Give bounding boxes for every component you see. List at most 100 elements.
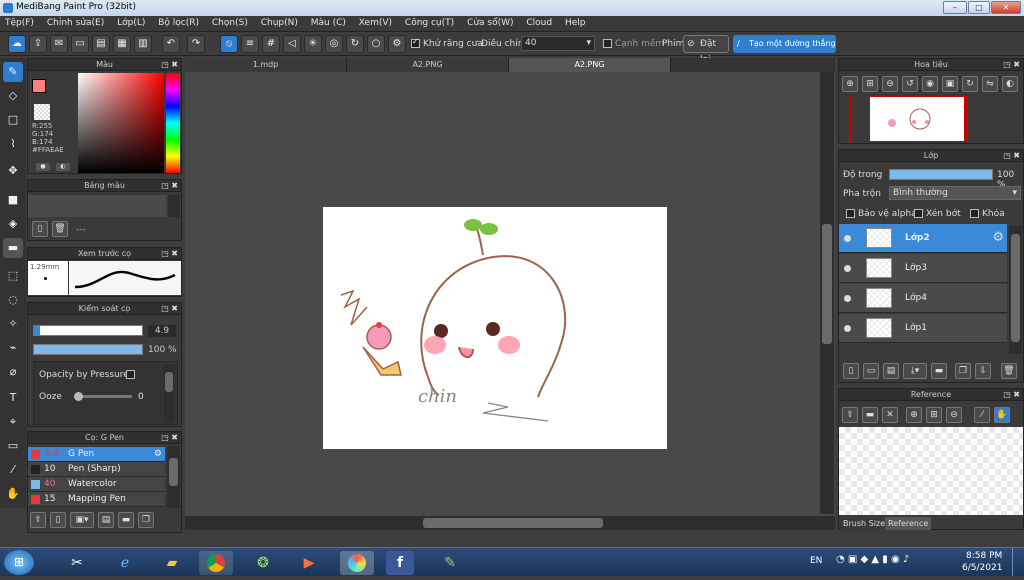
clipping-checkbox[interactable] — [914, 209, 923, 219]
lock-checkbox[interactable] — [970, 209, 979, 219]
fit-window-icon[interactable]: ▣ — [942, 76, 958, 92]
brush-item-pen-sharp[interactable]: 10 Pen (Sharp) — [28, 462, 165, 477]
reset-view-icon[interactable]: ◉ — [922, 76, 938, 92]
merge-layer-icon[interactable]: ⇩ — [975, 363, 991, 379]
save-icon[interactable]: ▤ — [92, 35, 110, 53]
rotate-left-icon[interactable]: ↺ — [902, 76, 918, 92]
duplicate-layer-icon[interactable]: ❐ — [955, 363, 971, 379]
ref-folder-icon[interactable]: ▬ — [862, 407, 878, 423]
rotate-right-icon[interactable]: ↻ — [962, 76, 978, 92]
canvas-horizontal-scrollbar[interactable] — [185, 516, 835, 530]
ref-fit-icon[interactable]: ⊞ — [926, 407, 942, 423]
brush-item-mapping-pen[interactable]: 15 Mapping Pen — [28, 492, 165, 507]
brush-options-scrollbar[interactable] — [164, 364, 174, 422]
menu-filter[interactable]: Bộ lọc(R) — [153, 16, 204, 28]
panel-controls-icon[interactable]: ◳ ✖ — [1003, 389, 1020, 401]
tab-a2-png-2[interactable]: A2.PNG — [509, 58, 671, 72]
soft-edge-checkbox[interactable] — [603, 39, 612, 49]
maximize-button[interactable]: □ — [968, 1, 990, 14]
new-palette-icon[interactable]: ▯ — [32, 221, 48, 237]
panel-controls-icon[interactable]: ◳ ✖ — [1003, 150, 1020, 162]
menu-view[interactable]: Xem(V) — [354, 16, 397, 28]
new-layer-8bit-icon[interactable]: ▭ — [863, 363, 879, 379]
new-brush-icon[interactable]: ▯ — [50, 512, 66, 528]
grid-icon[interactable]: ▦ — [113, 35, 131, 53]
layer-row-lop1[interactable]: Lớp1 — [839, 314, 1007, 343]
select-rect-icon[interactable]: ⬚ — [3, 266, 23, 286]
menu-tools[interactable]: Công cụ(T) — [400, 16, 459, 28]
layer-list-scrollbar[interactable] — [1009, 226, 1022, 354]
panel-controls-icon[interactable]: ◳ ✖ — [161, 59, 178, 71]
menu-layer[interactable]: Lớp(L) — [112, 16, 150, 28]
ref-close-icon[interactable]: ✕ — [882, 407, 898, 423]
comment-icon[interactable]: ✉ — [50, 35, 68, 53]
file-explorer-icon[interactable]: ▰ — [155, 551, 189, 575]
bucket-tool-icon[interactable]: ◈ — [3, 214, 23, 234]
snap-ellipse-icon[interactable]: ○ — [367, 35, 385, 53]
layer-opacity-slider[interactable] — [889, 169, 993, 180]
palette-scrollbar[interactable] — [168, 195, 180, 217]
tray-icons[interactable]: ◔ ▣ ◆ ▲ ▮ ◉ ♪ — [836, 554, 909, 565]
snap-off-icon[interactable]: ⦸ — [220, 35, 238, 53]
magic-wand-icon[interactable]: ✧ — [3, 314, 23, 334]
brush-menu-icon[interactable]: ▣▾ — [70, 512, 94, 528]
delete-layer-icon[interactable]: 🗑 — [1001, 363, 1017, 379]
snap-circle-icon[interactable]: ◎ — [325, 35, 343, 53]
create-line-button[interactable]: ∕ Tạo một đường thẳng — [733, 35, 836, 53]
snap-vanish-icon[interactable]: ◁ — [283, 35, 301, 53]
flip-icon[interactable]: ⇋ — [982, 76, 998, 92]
snap-cross-icon[interactable]: # — [262, 35, 280, 53]
medibang-icon[interactable] — [340, 551, 374, 575]
menu-edit[interactable]: Chỉnh sửa(E) — [42, 16, 109, 28]
panel-controls-icon[interactable]: ◳ ✖ — [161, 180, 178, 192]
ref-eyedropper-icon[interactable]: ⁄ — [974, 407, 990, 423]
snap-radial-icon[interactable]: ✳ — [304, 35, 322, 53]
snap-settings-icon[interactable]: ⚙ — [388, 35, 406, 53]
brush-copy-icon[interactable]: ❐ — [138, 512, 154, 528]
menu-select[interactable]: Chọn(S) — [207, 16, 253, 28]
eye-icon[interactable] — [844, 295, 851, 302]
menu-window[interactable]: Cửa sổ(W) — [462, 16, 518, 28]
new-layer-icon[interactable]: ▯ — [843, 363, 859, 379]
brush-item-g-pen[interactable]: 4.9 G Pen ⚙ — [28, 447, 165, 462]
layer-row-lop2[interactable]: Lớp2 ⚙ — [839, 224, 1007, 253]
select-pen-icon[interactable]: ⌁ — [3, 338, 23, 358]
lasso-tool-icon[interactable]: ◌ — [3, 290, 23, 310]
layer-icon[interactable]: ▥ — [134, 35, 152, 53]
hue-slider[interactable] — [166, 73, 180, 173]
cloud-icon[interactable]: ☁ — [8, 35, 26, 53]
brush-size-value[interactable]: 4.9 — [148, 325, 176, 337]
select-eraser-icon[interactable]: ⌀ — [3, 362, 23, 382]
menu-help[interactable]: Help — [560, 16, 591, 28]
facebook-icon[interactable]: f — [386, 551, 414, 575]
minimize-button[interactable]: – — [943, 1, 967, 14]
operation-tool-icon[interactable]: ⌖ — [3, 412, 23, 432]
tab-1-mdp[interactable]: 1.mdp — [185, 58, 347, 72]
antialias-checkbox[interactable] — [411, 37, 420, 49]
brush-folder-icon[interactable]: ▬ — [118, 512, 134, 528]
panel-controls-icon[interactable]: ◳ ✖ — [1003, 59, 1020, 71]
ie-icon[interactable]: ℯ — [108, 551, 142, 575]
ref-open-icon[interactable]: ⇪ — [842, 407, 858, 423]
snap-parallel-icon[interactable]: ≡ — [241, 35, 259, 53]
reference-canvas[interactable] — [839, 427, 1023, 515]
drawing-canvas[interactable]: chin — [323, 207, 667, 449]
gradient-tool-icon[interactable]: ▬ — [3, 238, 23, 258]
divide-tool-icon[interactable]: ▭ — [3, 436, 23, 456]
redo-icon[interactable]: ↷ — [187, 35, 205, 53]
chrome-icon[interactable] — [199, 551, 233, 575]
nav-more-icon[interactable]: ◐ — [1002, 76, 1018, 92]
zoom-in-icon[interactable]: ⊕ — [842, 76, 858, 92]
reset-button[interactable]: ⊘Đặt lại — [683, 35, 729, 65]
eye-icon[interactable] — [844, 235, 851, 242]
tab-a2-png-1[interactable]: A2.PNG — [347, 58, 509, 72]
transparent-swatch[interactable] — [34, 104, 50, 120]
hand-tool-icon[interactable]: ✋ — [3, 484, 23, 504]
add-brush-icon[interactable]: ⇪ — [30, 512, 46, 528]
delete-palette-icon[interactable]: 🗑 — [52, 221, 68, 237]
share-icon[interactable]: ⇪ — [29, 35, 47, 53]
eye-icon[interactable] — [844, 265, 851, 272]
adjust-select[interactable]: 40 ▾ — [521, 36, 595, 51]
undo-icon[interactable]: ↶ — [162, 35, 180, 53]
text-tool-icon[interactable]: T — [3, 388, 23, 408]
